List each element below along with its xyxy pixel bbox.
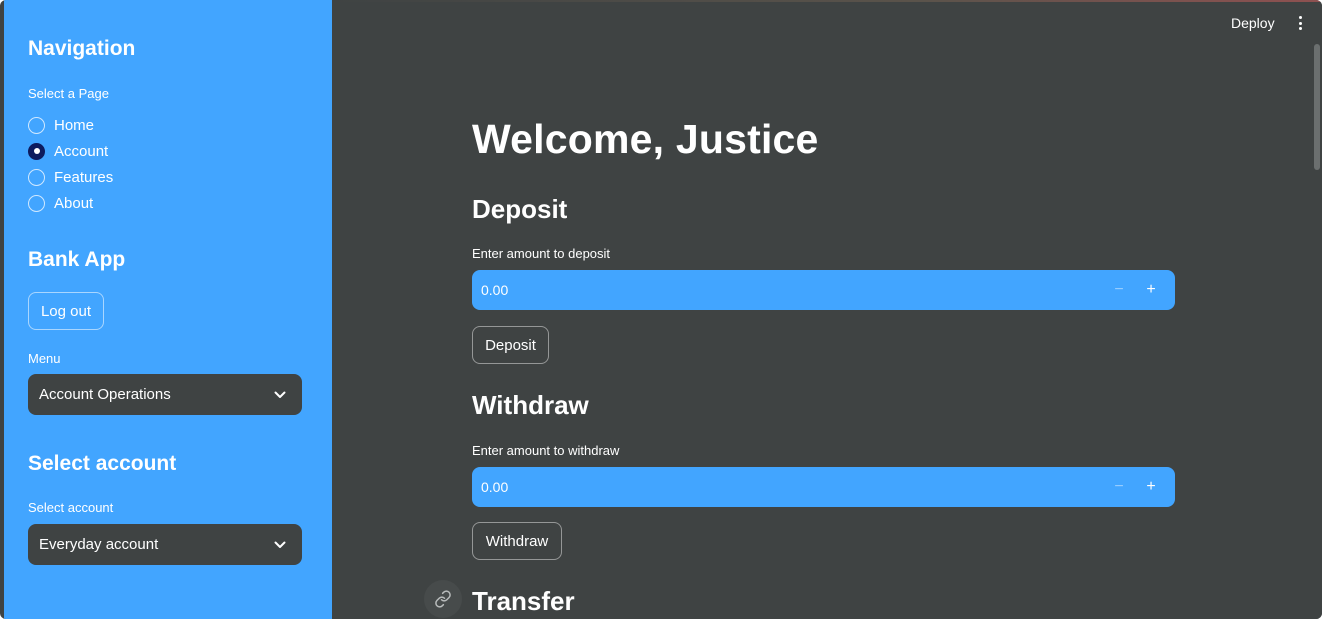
withdraw-stepper: − + xyxy=(1103,471,1167,503)
account-select[interactable]: Everyday account xyxy=(28,524,302,565)
sidebar-nav-title: Navigation xyxy=(28,37,136,60)
deposit-button[interactable]: Deposit xyxy=(472,326,549,364)
page-select-label: Select a Page xyxy=(28,86,109,101)
link-icon[interactable] xyxy=(424,580,462,618)
withdraw-button[interactable]: Withdraw xyxy=(472,522,562,560)
radio-label-features: Features xyxy=(54,168,114,186)
top-decoration-bar xyxy=(332,0,1322,2)
radio-button-about[interactable] xyxy=(28,194,45,212)
page-title: Welcome, Justice xyxy=(472,116,819,162)
scrollbar[interactable] xyxy=(1314,40,1320,619)
app-window: Navigation Select a Page Home Account Fe… xyxy=(0,0,1322,619)
chevron-down-icon xyxy=(272,387,288,403)
radio-button-features[interactable] xyxy=(28,168,45,186)
deposit-heading: Deposit xyxy=(472,194,568,224)
account-select-value: Everyday account xyxy=(39,536,159,553)
page-radio-group: Home Account Features About xyxy=(28,112,308,216)
withdraw-increment-button[interactable]: + xyxy=(1135,471,1167,503)
withdraw-heading: Withdraw xyxy=(472,390,589,420)
select-account-title: Select account xyxy=(28,452,177,475)
menu-label: Menu xyxy=(28,351,61,366)
deposit-increment-button[interactable]: + xyxy=(1135,274,1167,306)
radio-option-about[interactable]: About xyxy=(28,190,308,216)
kebab-dot xyxy=(1298,16,1302,19)
radio-option-home[interactable]: Home xyxy=(28,112,308,138)
withdraw-amount-input[interactable]: 0.00 − + xyxy=(472,467,1175,507)
sidebar: Navigation Select a Page Home Account Fe… xyxy=(4,0,332,619)
scrollbar-thumb[interactable] xyxy=(1314,44,1320,170)
withdraw-field-label: Enter amount to withdraw xyxy=(472,443,620,458)
logout-button[interactable]: Log out xyxy=(28,292,104,330)
main-content: Deploy Welcome, Justice Deposit Enter am… xyxy=(332,0,1322,619)
withdraw-amount-value[interactable]: 0.00 xyxy=(481,479,508,495)
radio-option-features[interactable]: Features xyxy=(28,164,308,190)
radio-label-home: Home xyxy=(54,116,95,134)
transfer-heading: Transfer xyxy=(472,586,575,616)
radio-button-account[interactable] xyxy=(28,142,45,160)
chevron-down-icon xyxy=(272,537,288,553)
deposit-field-label: Enter amount to deposit xyxy=(472,246,611,261)
deposit-amount-input[interactable]: 0.00 − + xyxy=(472,270,1175,310)
deploy-button[interactable]: Deploy xyxy=(1231,15,1275,31)
kebab-dot xyxy=(1298,21,1302,25)
deposit-stepper: − + xyxy=(1103,274,1167,306)
deposit-decrement-button[interactable]: − xyxy=(1103,274,1135,306)
account-select-label: Select account xyxy=(28,500,114,515)
radio-label-about: About xyxy=(54,194,94,212)
withdraw-decrement-button[interactable]: − xyxy=(1103,471,1135,503)
kebab-menu-icon[interactable] xyxy=(1292,14,1308,32)
menu-select[interactable]: Account Operations xyxy=(28,374,302,415)
menu-select-value: Account Operations xyxy=(39,386,171,403)
radio-button-home[interactable] xyxy=(28,116,45,134)
radio-label-account: Account xyxy=(54,142,109,160)
kebab-dot xyxy=(1298,27,1302,30)
radio-option-account[interactable]: Account xyxy=(28,138,308,164)
deposit-amount-value[interactable]: 0.00 xyxy=(481,282,508,298)
app-title: Bank App xyxy=(28,248,126,271)
